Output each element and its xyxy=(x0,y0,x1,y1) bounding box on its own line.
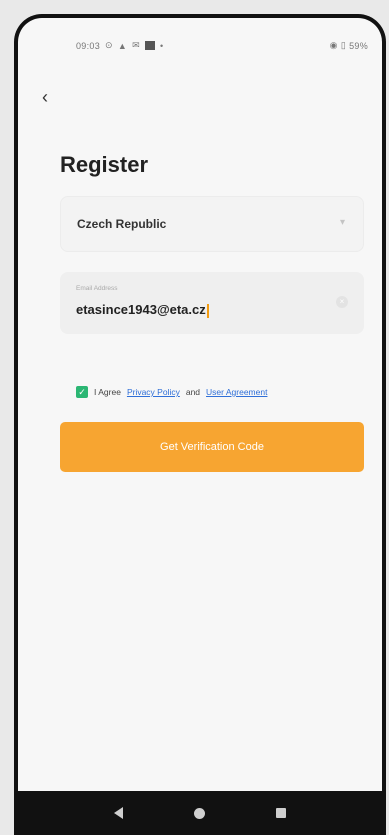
country-value: Czech Republic xyxy=(77,217,167,231)
nav-home-icon[interactable] xyxy=(193,807,205,819)
back-arrow-icon[interactable]: ‹ xyxy=(42,88,48,106)
mail-icon: ✉ xyxy=(132,40,140,50)
agree-and: and xyxy=(185,387,201,397)
agree-prefix: I Agree xyxy=(94,387,121,397)
page-title: Register xyxy=(60,152,149,177)
chevron-down-icon: ▾ xyxy=(339,217,345,228)
system-nav-bar xyxy=(18,791,382,835)
app-screen: 09:03 ⊙ ▲ ✉ • ◉ ▯ 59% ‹ Register Czech R… xyxy=(18,18,382,835)
email-value: etasince1943@eta.cz xyxy=(76,302,206,317)
email-field[interactable]: Email Address etasince1943@eta.cz × xyxy=(60,272,364,334)
notification-icon: ⊙ xyxy=(105,40,113,50)
status-left: 09:03 ⊙ ▲ ✉ • xyxy=(76,40,163,51)
clear-icon[interactable]: × xyxy=(336,296,348,308)
alert-icon: ▲ xyxy=(117,40,128,51)
email-input[interactable]: etasince1943@eta.cz xyxy=(76,302,209,318)
email-label: Email Address xyxy=(76,285,118,292)
battery-icon: ▯ xyxy=(340,40,347,50)
text-cursor xyxy=(206,303,209,318)
more-notifications-icon: • xyxy=(159,40,164,51)
status-time: 09:03 xyxy=(76,40,101,51)
get-verification-code-button[interactable]: Get Verification Code xyxy=(60,422,364,472)
wifi-icon: ◉ xyxy=(329,40,338,50)
status-right: ◉ ▯ 59% xyxy=(330,40,368,51)
status-bar: 09:03 ⊙ ▲ ✉ • ◉ ▯ 59% xyxy=(76,40,368,51)
battery-level: 59% xyxy=(349,40,368,51)
phone-frame: 09:03 ⊙ ▲ ✉ • ◉ ▯ 59% ‹ Register Czech R… xyxy=(14,14,386,835)
agree-checkbox[interactable]: ✓ xyxy=(76,386,88,398)
agreement-row: ✓ I Agree Privacy Policy and User Agreem… xyxy=(76,386,267,398)
nav-back-icon[interactable] xyxy=(113,807,123,819)
user-agreement-link[interactable]: User Agreement xyxy=(206,387,267,397)
country-selector[interactable]: Czech Republic ▾ xyxy=(60,196,364,252)
app-notification-icon xyxy=(144,41,155,50)
nav-recents-icon[interactable] xyxy=(276,808,287,818)
privacy-policy-link[interactable]: Privacy Policy xyxy=(127,387,180,397)
